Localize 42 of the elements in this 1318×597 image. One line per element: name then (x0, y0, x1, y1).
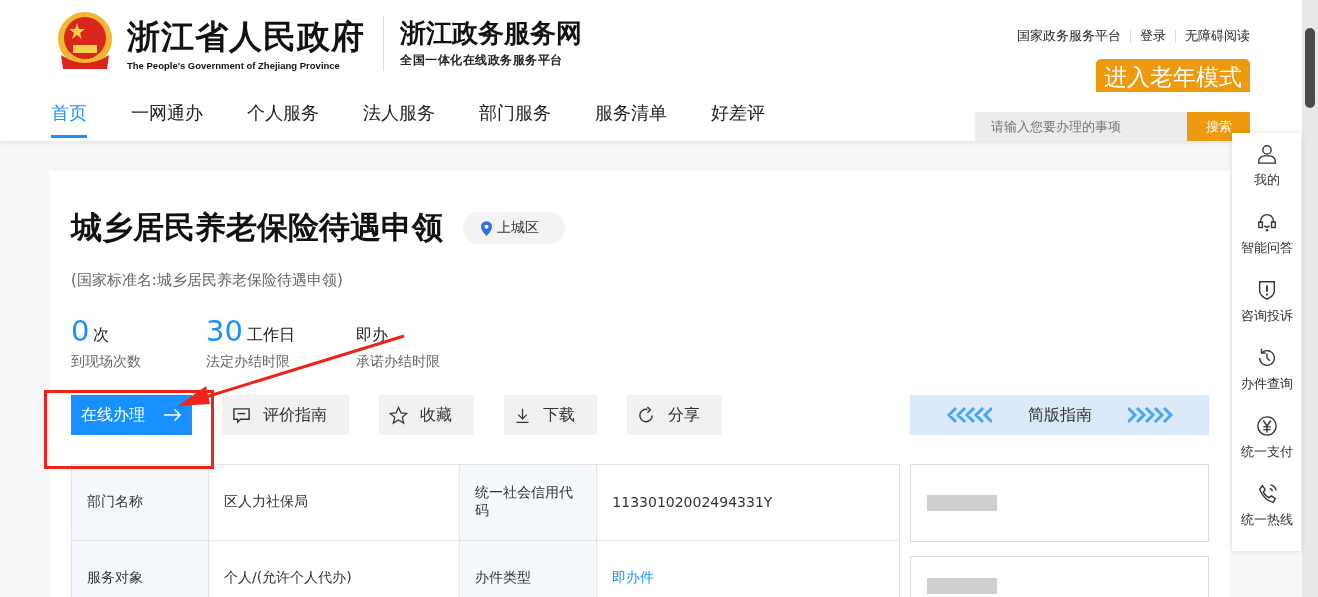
stat-label: 到现场次数 (71, 353, 142, 371)
side-menu-item[interactable]: 我的 (1232, 143, 1301, 211)
site-title: 浙江省人民政府 (127, 18, 365, 56)
side-menu-item[interactable]: 咨询投诉 (1232, 279, 1301, 347)
nav-tab[interactable]: 法人服务 (363, 92, 435, 138)
simple-guide-button[interactable]: 简版指南 (910, 395, 1209, 435)
field-label: 统一社会信用代码 (459, 464, 597, 540)
stat-unit: 工作日 (246, 324, 295, 346)
nav-tab[interactable]: 部门服务 (479, 92, 551, 138)
site-subtitle: The People's Government of Zhejiang Province (127, 60, 341, 71)
table-cell: 区人力社保局 (208, 464, 460, 540)
portal-subtitle: 全国一体化在线政务服务平台 (400, 52, 564, 69)
stat-value: 0 (71, 314, 90, 348)
field-label: 部门名称 (71, 464, 209, 540)
item-title: 城乡居民养老保险待遇申领 (71, 208, 443, 247)
nav-tab[interactable]: 服务清单 (595, 92, 667, 138)
region-tag[interactable]: 上城区 (463, 212, 565, 244)
side-menu-item[interactable]: 统一热线 (1232, 483, 1301, 551)
stat-label: 法定办结时限 (206, 353, 291, 371)
stat-label: 承诺办结时限 (356, 353, 441, 371)
side-menu-item[interactable]: 办件查询 (1232, 347, 1301, 415)
search-field[interactable]: 请输入您要办理的事项 (975, 112, 1187, 141)
stat-unit: 即办 (356, 324, 388, 346)
top-link[interactable]: 无障碍阅读 (1185, 27, 1250, 45)
action-button[interactable]: 收藏 (379, 395, 474, 435)
table-cell: 11330102002494331Y (596, 464, 900, 540)
side-menu-item[interactable]: 统一支付 (1232, 415, 1301, 483)
nav-tab[interactable]: 个人服务 (247, 92, 319, 138)
standard-name: (国家标准名:城乡居民养老保险待遇申领) (71, 271, 344, 290)
action-button[interactable]: 分享 (627, 395, 722, 435)
nav-tab[interactable]: 好差评 (711, 92, 765, 138)
stat-value: 30 (206, 314, 243, 348)
stat-unit: 次 (93, 324, 110, 346)
top-link[interactable]: 国家政务服务平台 (1017, 27, 1121, 45)
action-button[interactable]: 下载 (504, 395, 597, 435)
top-link[interactable]: 登录 (1140, 27, 1166, 45)
field-label: 服务对象 (71, 540, 209, 597)
nav-tab[interactable]: 一网通办 (131, 92, 203, 138)
side-menu-item[interactable]: 智能问答 (1232, 211, 1301, 279)
field-label: 办件类型 (459, 540, 597, 597)
portal-title: 浙江政务服务网 (400, 19, 582, 49)
action-button[interactable]: 评价指南 (222, 395, 349, 435)
